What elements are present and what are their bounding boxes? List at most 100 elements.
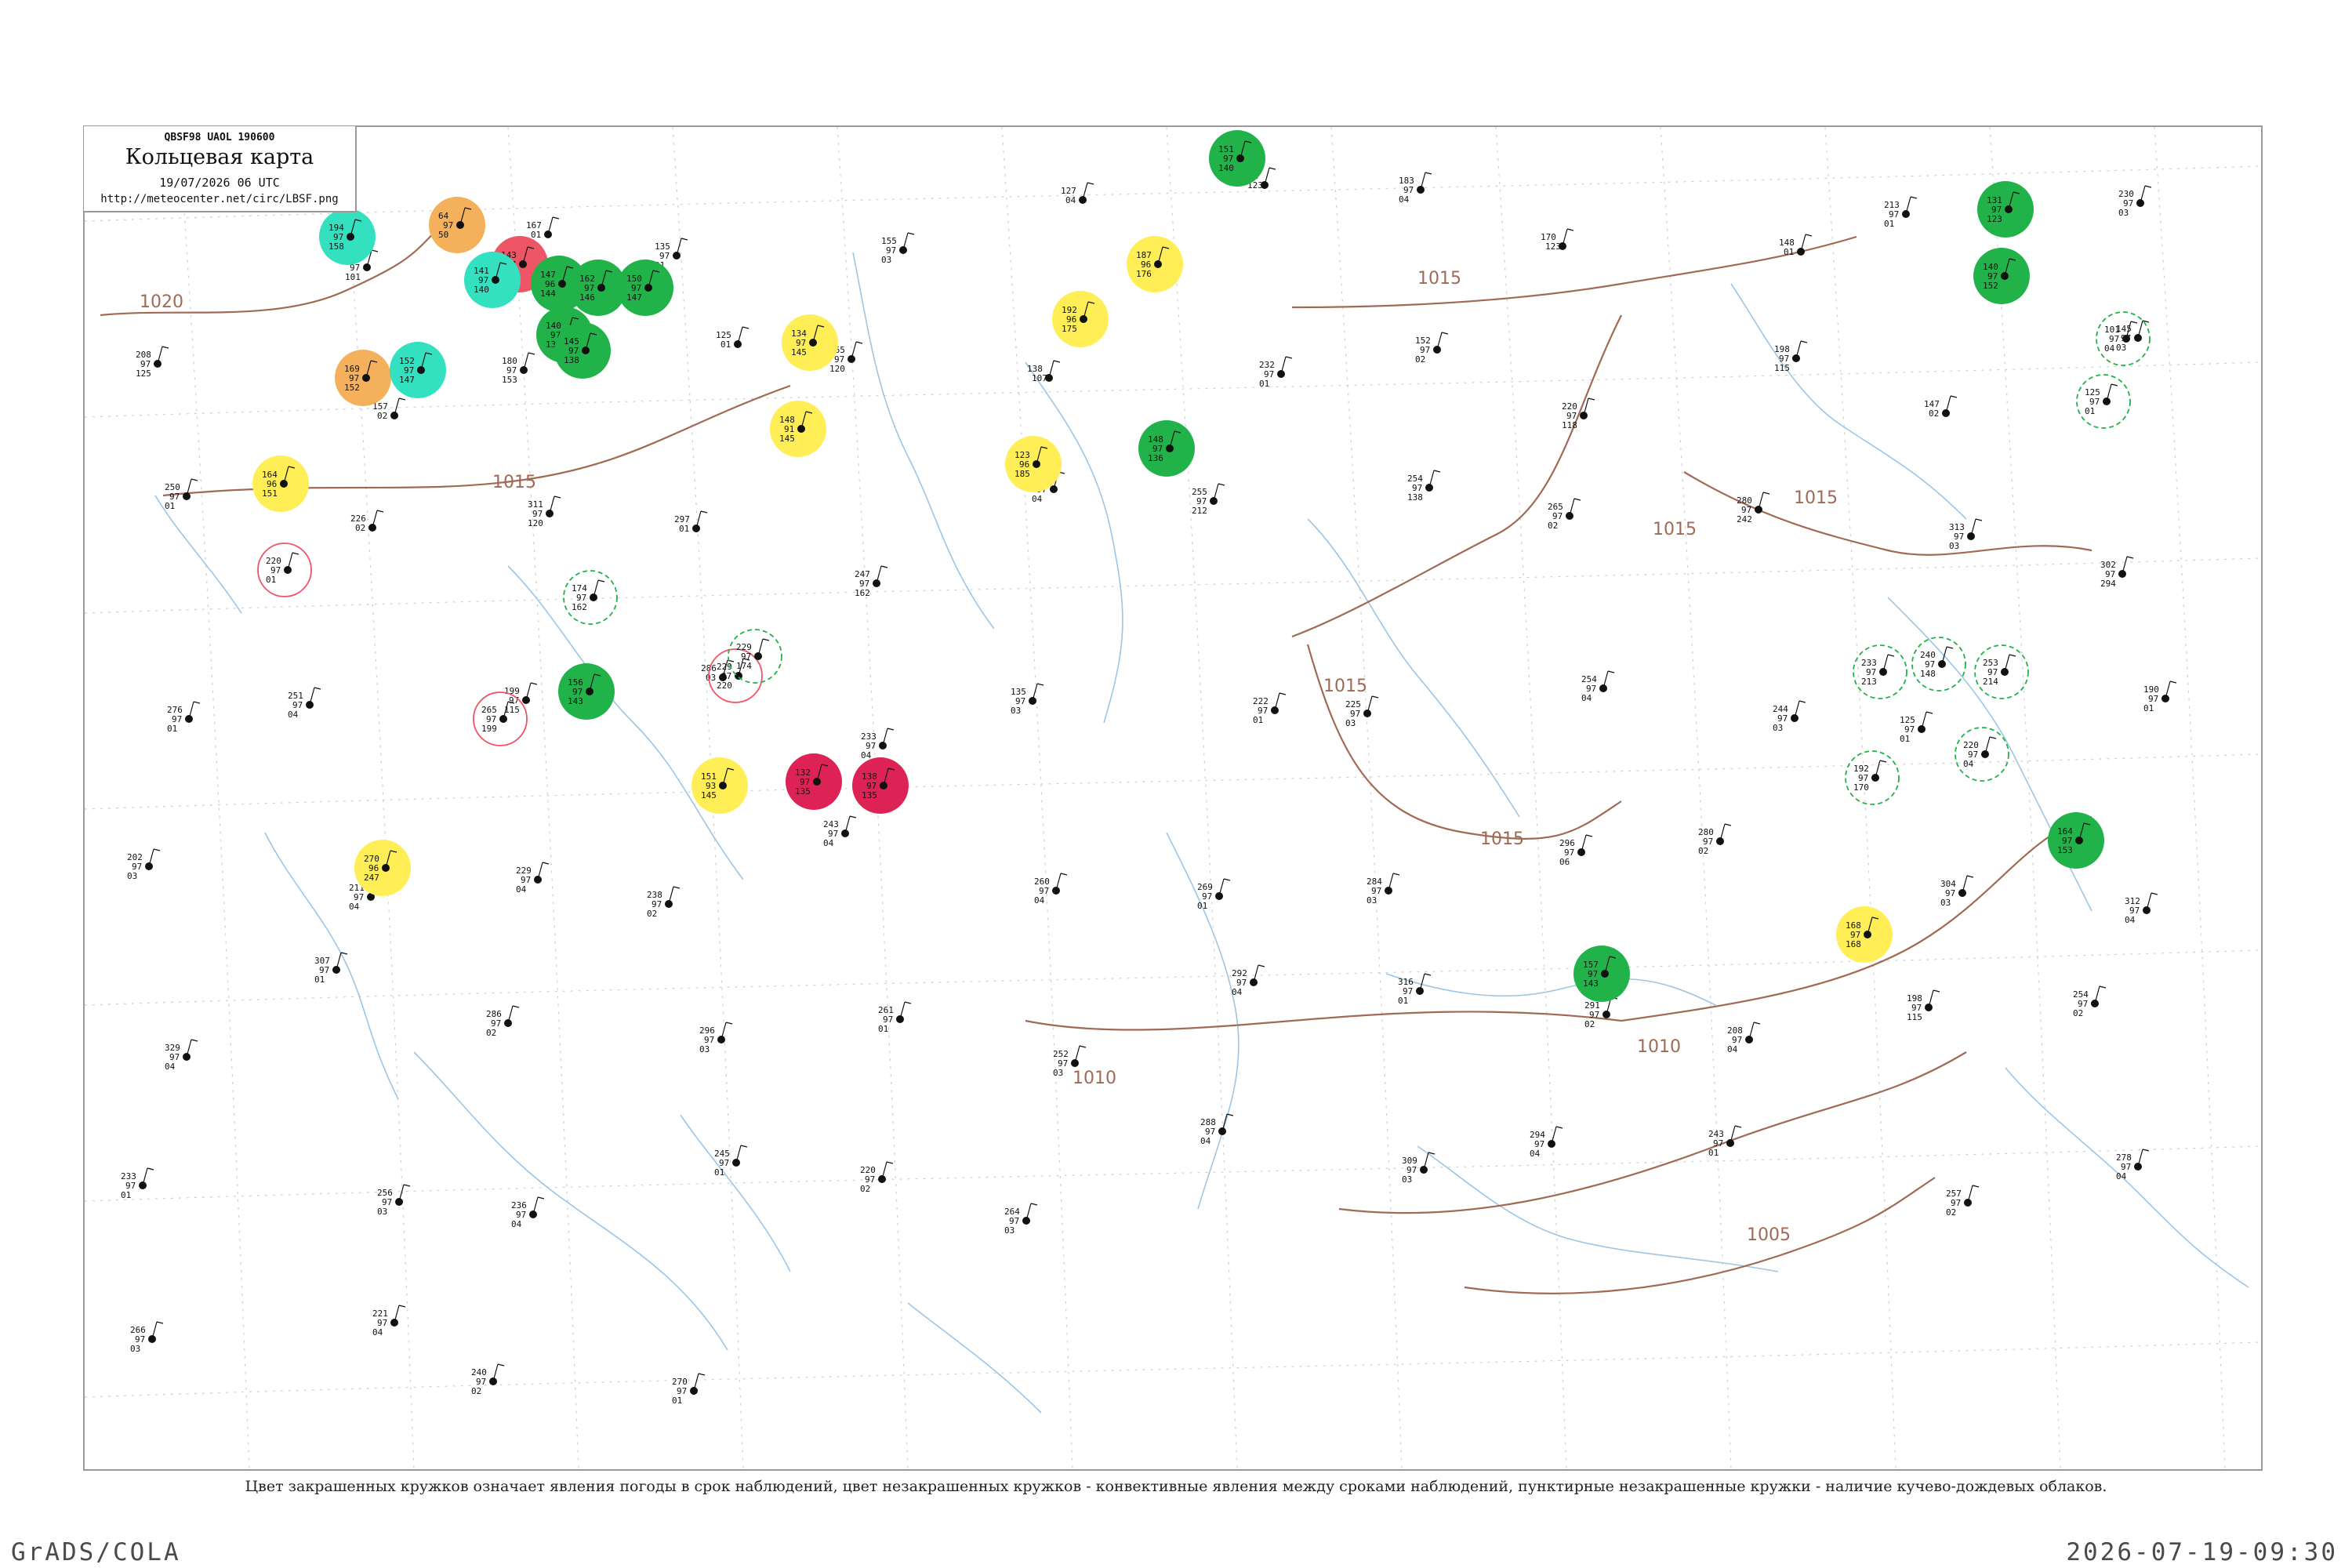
weather-station: 2849703 bbox=[1367, 873, 1400, 906]
dewpoint-value: 153 bbox=[502, 375, 517, 385]
wind-feather bbox=[1966, 875, 1974, 878]
graticule bbox=[85, 127, 2261, 1469]
dewpoint-value: 04 bbox=[1530, 1149, 1541, 1159]
weather-station: 24797162 bbox=[855, 565, 888, 598]
weather-station: 2569703 bbox=[377, 1184, 411, 1217]
dewpoint-value: 01 bbox=[1884, 219, 1894, 229]
isobar-label: 1010 bbox=[1637, 1037, 1681, 1057]
isobar-label: 1015 bbox=[1794, 488, 1838, 508]
dewpoint-value: 214 bbox=[1983, 677, 1998, 687]
wind-feather bbox=[530, 682, 538, 685]
meridian bbox=[1989, 127, 2061, 1469]
wind-feather bbox=[597, 579, 605, 583]
wind-feather bbox=[1724, 823, 1732, 826]
dewpoint-value: 143 bbox=[568, 696, 583, 706]
isobar bbox=[1338, 1051, 1967, 1214]
weather-station: 25597212 bbox=[1192, 483, 1225, 516]
temperature-value: 01 bbox=[531, 230, 541, 240]
wind-feather bbox=[1989, 736, 1997, 739]
map-canvas: 1020 1015 1015 1015 1015 1015 1015 1010 1010 1005… bbox=[85, 127, 2261, 1469]
weather-station: 2969706 bbox=[1559, 834, 1593, 867]
isobar-label: 1005 bbox=[1747, 1225, 1791, 1245]
isobar bbox=[1025, 1011, 1622, 1031]
wind-feather bbox=[907, 232, 915, 235]
temperature-value: 01 bbox=[679, 524, 689, 534]
weather-station: 29701 bbox=[674, 510, 708, 534]
dewpoint-value: 04 bbox=[1200, 1136, 1211, 1146]
dewpoint-value: 01 bbox=[2143, 703, 2154, 713]
weather-station: 1559703 bbox=[881, 232, 915, 265]
dewpoint-value: 04 bbox=[2125, 915, 2136, 925]
dewpoint-value: 02 bbox=[2073, 1008, 2083, 1018]
weather-station: 138107 bbox=[1027, 360, 1061, 383]
wind-feather bbox=[1030, 1203, 1038, 1206]
map-title: Кольцевая карта bbox=[125, 145, 314, 169]
dewpoint-value: 04 bbox=[288, 710, 299, 720]
weather-station: 3169701 bbox=[1398, 973, 1432, 1006]
weather-station: 20897125 bbox=[136, 346, 169, 379]
weather-station: 2029703 bbox=[127, 848, 161, 881]
wind-feather bbox=[1798, 700, 1806, 703]
legend-caption: Цвет закрашенных кружков означает явлени… bbox=[245, 1478, 2107, 1495]
observation-date: 19/07/2026 06 UTC bbox=[159, 176, 280, 190]
highlighted-station: 2209701 bbox=[266, 552, 299, 585]
wind-feather bbox=[1285, 356, 1293, 359]
wind-feather bbox=[849, 815, 857, 818]
weather-station: 1459703 bbox=[2116, 320, 2150, 353]
weather-station: 2919702 bbox=[1584, 996, 1618, 1029]
synoptic-map[interactable]: 1020 1015 1015 1015 1015 1015 1015 1010 1010 1005… bbox=[83, 125, 2263, 1471]
weather-station: 2389702 bbox=[647, 886, 681, 919]
dewpoint-value: 03 bbox=[2118, 208, 2129, 218]
dewpoint-value: 01 bbox=[1900, 734, 1910, 744]
wind-feather bbox=[740, 1145, 748, 1148]
source-url[interactable]: http://meteocenter.net/circ/LBSF.png bbox=[84, 193, 355, 205]
dewpoint-value: 01 bbox=[1197, 901, 1207, 911]
weather-station: 22602 bbox=[350, 510, 384, 533]
wind-feather bbox=[340, 952, 348, 955]
wind-feather bbox=[1218, 483, 1225, 486]
weather-station: 18097153 bbox=[502, 352, 535, 385]
isobar-label: 1020 bbox=[140, 292, 183, 312]
wind-feather bbox=[1762, 492, 1770, 495]
dewpoint-value: 174 bbox=[736, 661, 752, 671]
dewpoint-value: 101 bbox=[345, 272, 361, 282]
meridian bbox=[1824, 127, 1896, 1469]
dewpoint-value: 162 bbox=[855, 588, 870, 598]
wind-feather bbox=[292, 552, 299, 555]
dewpoint-value: 02 bbox=[486, 1028, 496, 1038]
weather-station: 2669703 bbox=[130, 1321, 164, 1354]
dewpoint-value: 04 bbox=[1581, 693, 1592, 703]
weather-station: 2509701 bbox=[165, 478, 198, 511]
river bbox=[2005, 1067, 2249, 1288]
isobar-label: 1015 bbox=[1323, 677, 1367, 696]
dewpoint-value: 02 bbox=[1584, 1019, 1595, 1029]
wind-feather bbox=[725, 1022, 733, 1025]
wind-feather bbox=[1424, 973, 1432, 976]
parallel bbox=[85, 753, 2261, 810]
weather-station: 2549704 bbox=[1581, 670, 1615, 703]
dewpoint-value: 01 bbox=[121, 1190, 131, 1200]
wind-feather bbox=[1910, 196, 1918, 199]
dewpoint-value: 294 bbox=[2100, 579, 2116, 589]
dewpoint-value: 135 bbox=[862, 790, 877, 800]
wind-feather bbox=[162, 346, 169, 349]
dewpoint-value: 170 bbox=[1853, 782, 1869, 793]
dewpoint-value: 153 bbox=[2057, 845, 2073, 855]
dewpoint-value: 04 bbox=[349, 902, 360, 912]
wind-feather bbox=[1933, 989, 1940, 993]
dewpoint-value: 04 bbox=[1034, 895, 1045, 906]
weather-station: 2209702 bbox=[860, 1161, 894, 1194]
dewpoint-value: 120 bbox=[829, 364, 845, 374]
temperature-value: 03 bbox=[706, 673, 716, 683]
weather-station: 2309703 bbox=[2118, 185, 2152, 218]
weather-station: 2809702 bbox=[1698, 823, 1732, 856]
highlighted-stations: 1949715864975014397153141971401479614416… bbox=[252, 130, 2151, 1002]
weather-station: 2329701 bbox=[1259, 356, 1293, 389]
weather-station: 1839704 bbox=[1399, 172, 1432, 205]
meridian bbox=[1166, 127, 1238, 1469]
wind-feather bbox=[1887, 654, 1895, 657]
parallel bbox=[85, 165, 2261, 222]
wind-feather bbox=[1879, 760, 1887, 763]
river bbox=[680, 1114, 791, 1272]
dewpoint-value: 01 bbox=[1259, 379, 1269, 389]
